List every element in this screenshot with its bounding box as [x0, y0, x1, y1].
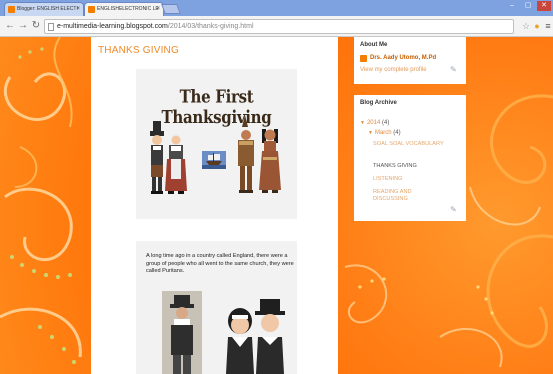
- about-me-widget: About Me Drs. Aady Utomo, M.Pd View my c…: [354, 37, 466, 84]
- view-profile-link[interactable]: View my complete profile: [360, 67, 427, 73]
- archive-year-2014[interactable]: ▼ 2014 (4): [360, 120, 389, 127]
- puritan-photo: [162, 291, 202, 374]
- back-arrow-icon[interactable]: ←: [4, 20, 16, 32]
- puritan-couple-figure: [226, 299, 285, 374]
- month-label[interactable]: March: [375, 130, 392, 136]
- archive-post-thanks-giving[interactable]: THANKS GIVING: [373, 163, 448, 170]
- blogger-icon: [8, 6, 15, 13]
- year-label[interactable]: 2014: [367, 120, 380, 126]
- profile-name-link[interactable]: Drs. Aady Utomo, M.Pd: [370, 55, 436, 61]
- blogger-icon: [88, 6, 95, 13]
- pilgrim-man-figure: [150, 121, 164, 194]
- blogger-profile-icon: [360, 55, 367, 62]
- mayflower-ship-picture: [202, 151, 226, 169]
- address-bar[interactable]: e-multimedia-learning.blogspot.com/2014/…: [44, 19, 514, 34]
- browser-toolbar: ← → ↻ e-multimedia-learning.blogspot.com…: [0, 16, 553, 37]
- widget-title: Blog Archive: [360, 100, 397, 106]
- archive-post-reading-and-discussing[interactable]: READING AND DISCUSSING: [373, 189, 428, 202]
- post-column: THANKS GIVING The First Thanksgiving A l…: [91, 37, 338, 374]
- maximize-button[interactable]: ▢: [521, 1, 535, 11]
- native-man-figure: [238, 115, 254, 193]
- forward-arrow-icon[interactable]: →: [17, 20, 29, 32]
- puritans-illustration: [162, 291, 285, 374]
- minimize-button[interactable]: –: [505, 1, 519, 11]
- story-image: A long time ago in a country called Engl…: [136, 241, 297, 374]
- reload-icon[interactable]: ↻: [30, 20, 42, 32]
- archive-post-listening[interactable]: LISTENING: [373, 176, 448, 183]
- expand-triangle-icon[interactable]: ▼: [368, 130, 373, 136]
- tab-label: ENGLISHELECTRONIC LE: [97, 6, 159, 12]
- new-tab-button[interactable]: [161, 4, 181, 14]
- archive-month-march[interactable]: ▼ March (4): [368, 130, 401, 137]
- wrench-icon[interactable]: ✎: [450, 205, 457, 214]
- blog-archive-widget: Blog Archive ▼ 2014 (4) ▼ March (4) SOAL S…: [354, 95, 466, 221]
- post-title[interactable]: THANKS GIVING: [98, 45, 179, 56]
- url-host: e-multimedia-learning.blogspot.com: [57, 23, 168, 30]
- year-count: (4): [381, 120, 390, 126]
- widget-title: About Me: [360, 42, 388, 48]
- page-icon: [48, 23, 54, 31]
- url-path: /2014/03/thanks-giving.html: [167, 23, 254, 30]
- tab-label: Blogger: ENGLISH ELECTI: [17, 6, 78, 12]
- month-count: (4): [393, 130, 401, 136]
- page-viewport: THANKS GIVING The First Thanksgiving A l…: [0, 37, 553, 374]
- tab-englishelectronic[interactable]: ENGLISHELECTRONIC LE ×: [84, 2, 164, 16]
- close-window-button[interactable]: ✕: [537, 1, 551, 11]
- archive-post-soal-soal-vocabulary[interactable]: SOAL SOAL VOCABULARY: [373, 141, 448, 148]
- native-woman-figure: [259, 129, 281, 193]
- pilgrims-illustration: [150, 115, 281, 194]
- first-thanksgiving-image: The First Thanksgiving: [136, 69, 297, 219]
- expand-triangle-icon[interactable]: ▼: [360, 120, 365, 126]
- tab-close-icon[interactable]: ×: [156, 3, 160, 15]
- tab-close-icon[interactable]: ×: [76, 3, 80, 15]
- pilgrim-woman-figure: [165, 133, 187, 194]
- menu-icon[interactable]: ≡: [542, 20, 553, 32]
- tab-blogger[interactable]: Blogger: ENGLISH ELECTI ×: [4, 2, 84, 16]
- wrench-icon[interactable]: ✎: [450, 65, 457, 74]
- tab-strip: Blogger: ENGLISH ELECTI × ENGLISHELECTRO…: [0, 0, 553, 16]
